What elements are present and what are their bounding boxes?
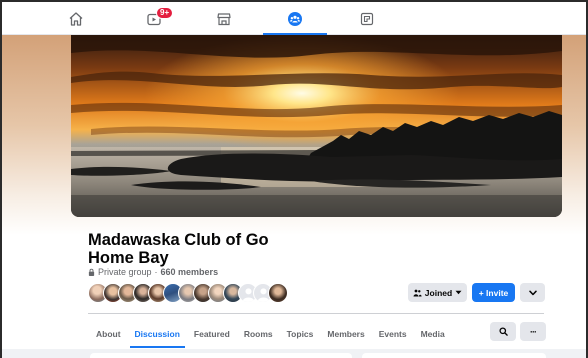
tab-about[interactable]: About — [88, 320, 128, 348]
nav-marketplace[interactable] — [192, 2, 256, 35]
member-avatars — [88, 283, 288, 303]
chevron-down-icon — [528, 290, 537, 295]
group-meta: Private group · 660 members — [88, 267, 218, 277]
privacy-label[interactable]: Private group — [98, 267, 152, 277]
marketplace-icon — [217, 12, 231, 25]
composer-card — [90, 353, 352, 358]
cover-photo[interactable] — [71, 35, 562, 217]
joined-label: Joined — [424, 287, 453, 298]
meta-separator: · — [154, 267, 158, 277]
tab-more-button[interactable]: ··· — [520, 322, 546, 341]
lock-icon — [88, 268, 95, 276]
groups-icon — [288, 11, 302, 26]
nav-watch[interactable]: 9+ — [122, 2, 186, 35]
group-tabs: About Discussion Featured Rooms Topics M… — [88, 320, 452, 348]
search-group-button[interactable] — [490, 322, 516, 341]
about-card — [362, 353, 546, 358]
tab-topics[interactable]: Topics — [280, 320, 321, 348]
invite-label: + Invite — [478, 287, 509, 298]
caret-down-icon — [455, 290, 462, 295]
home-icon — [69, 11, 83, 26]
top-navigation: 9+ — [2, 2, 586, 36]
joined-button[interactable]: Joined — [408, 283, 467, 302]
section-divider — [88, 313, 544, 314]
sunset-lake-photo — [71, 35, 562, 217]
group-title[interactable]: Madawaska Club of Go Home Bay — [88, 231, 318, 267]
gaming-icon — [360, 12, 374, 25]
nav-gaming[interactable] — [335, 2, 399, 35]
members-joined-icon — [413, 289, 422, 296]
search-icon — [498, 327, 508, 336]
tab-events[interactable]: Events — [372, 320, 414, 348]
nav-groups[interactable] — [263, 2, 327, 36]
tab-members[interactable]: Members — [320, 320, 371, 348]
tab-rooms[interactable]: Rooms — [237, 320, 280, 348]
ellipsis-icon: ··· — [530, 326, 537, 337]
invite-button[interactable]: + Invite — [472, 283, 515, 302]
feed-area — [2, 349, 586, 358]
nav-home[interactable] — [44, 2, 108, 35]
more-options-button[interactable] — [520, 283, 545, 302]
tab-featured[interactable]: Featured — [187, 320, 237, 348]
avatar[interactable] — [268, 283, 288, 303]
tab-media[interactable]: Media — [414, 320, 452, 348]
tab-discussion[interactable]: Discussion — [128, 320, 187, 348]
member-count[interactable]: 660 members — [161, 267, 219, 277]
notification-badge: 9+ — [156, 7, 174, 19]
